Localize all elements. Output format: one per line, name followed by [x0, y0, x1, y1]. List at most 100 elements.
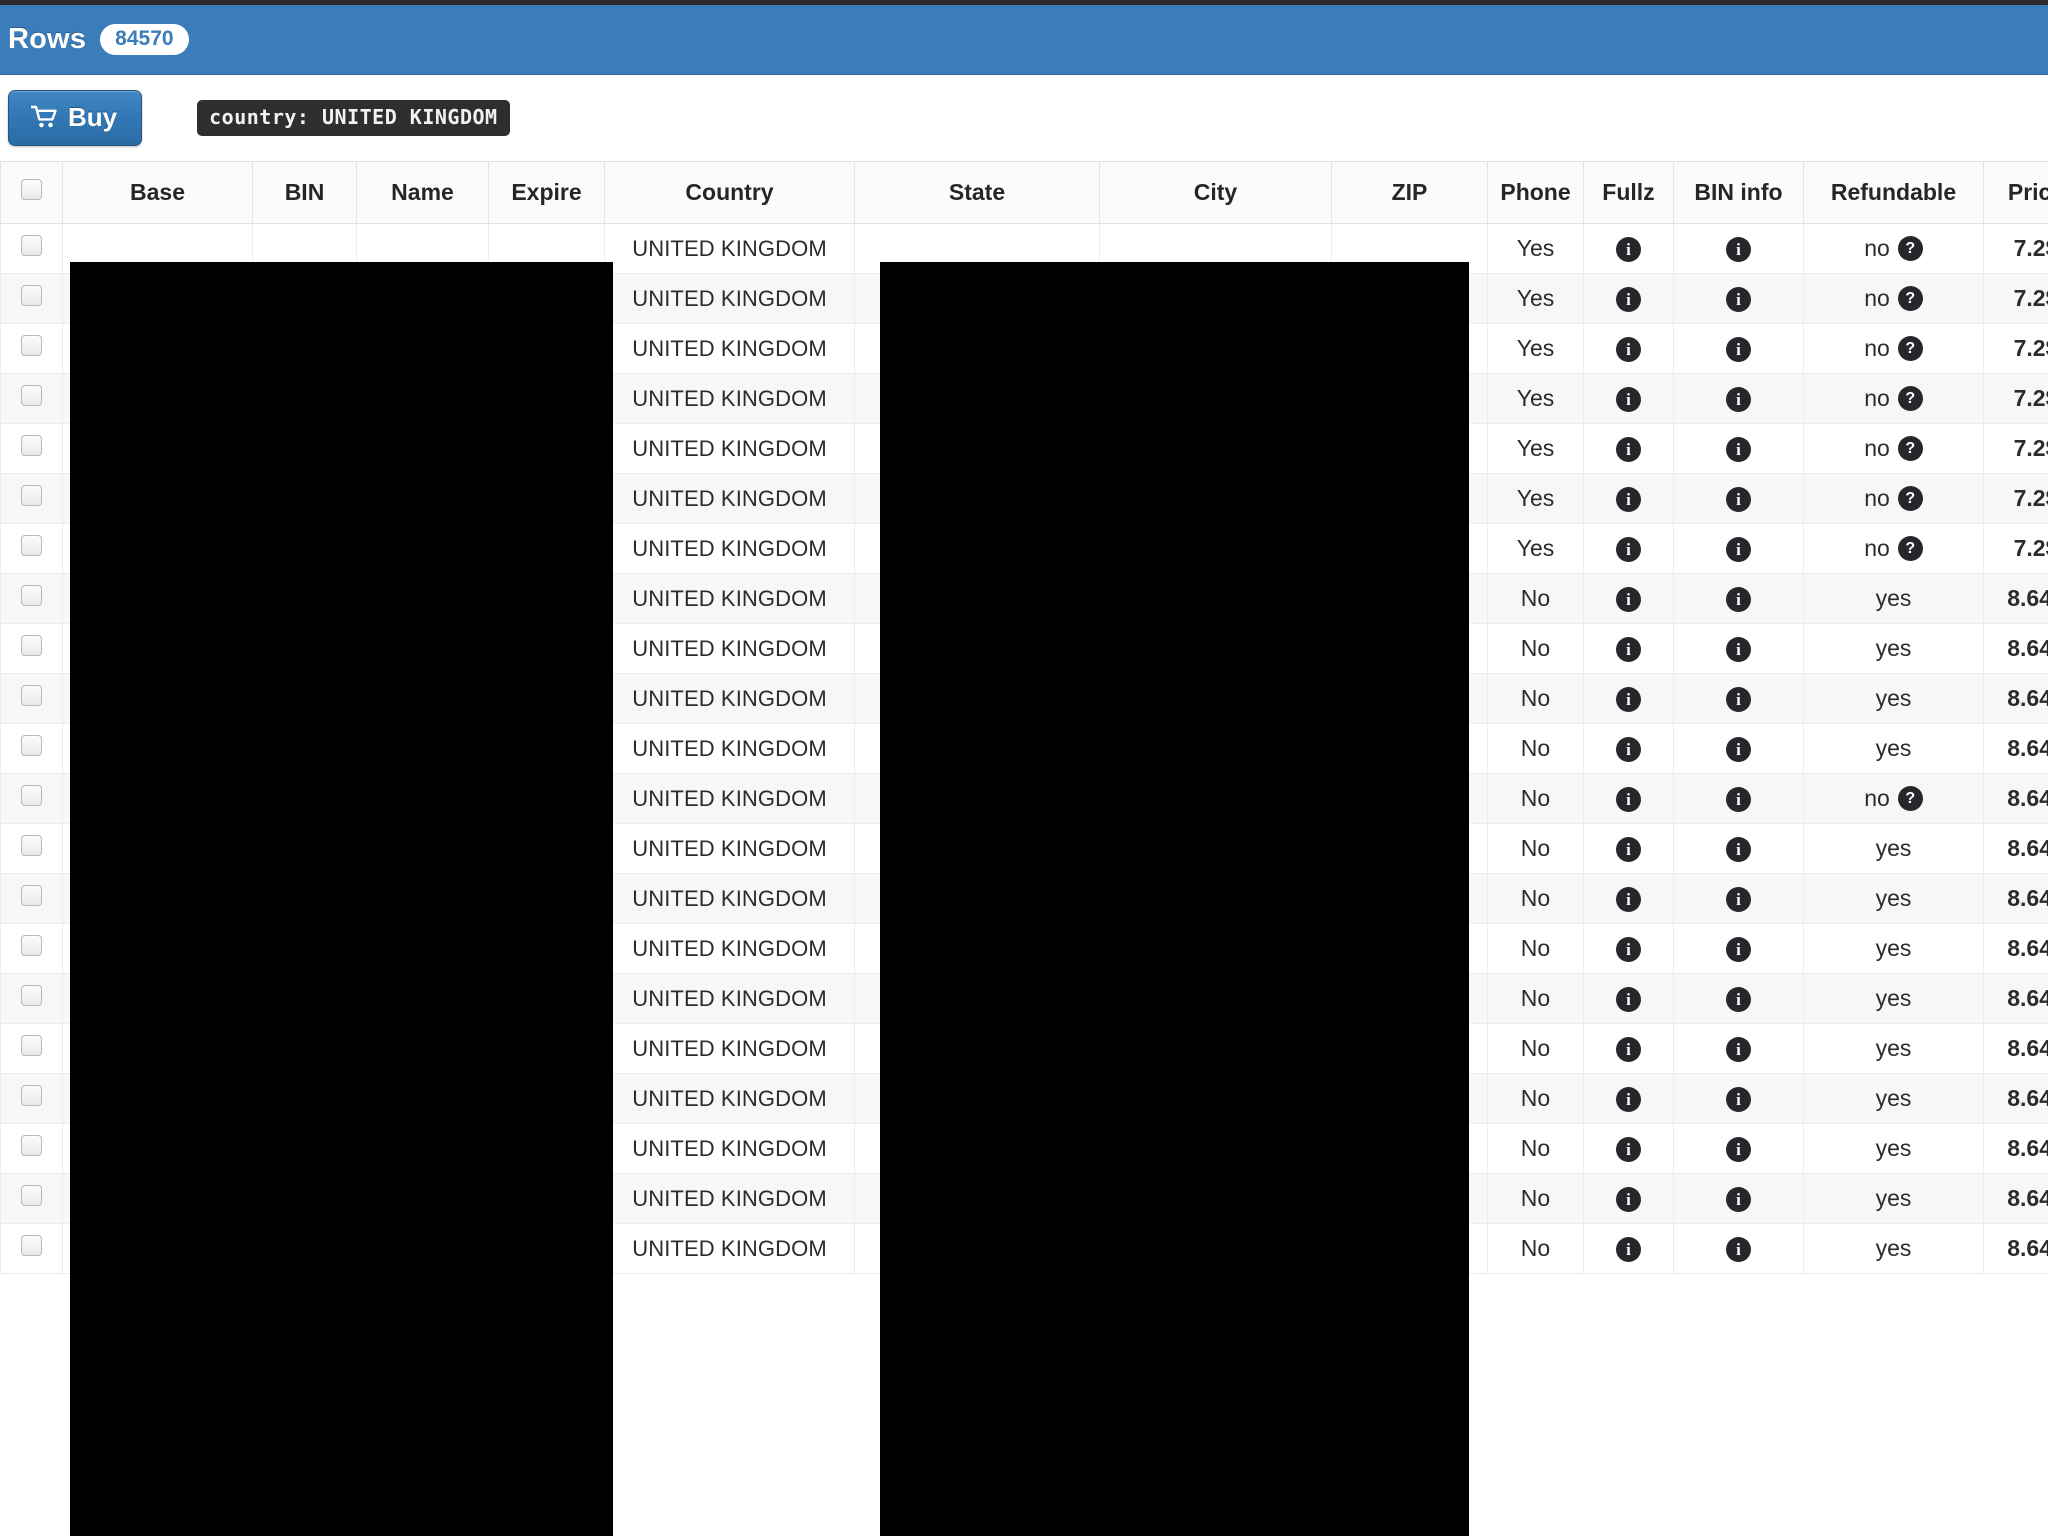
buy-button[interactable]: Buy — [8, 90, 143, 146]
row-checkbox[interactable] — [21, 435, 42, 456]
table-row[interactable]: UNITED KINGDOM No i i yes 8.64$ — [0, 1223, 2048, 1274]
info-circle-icon[interactable]: i — [1726, 436, 1751, 462]
row-checkbox[interactable] — [21, 385, 42, 406]
active-filter-tag[interactable]: country: UNITED KINGDOM — [197, 100, 510, 136]
info-circle-icon[interactable]: i — [1726, 736, 1751, 762]
info-circle-icon[interactable]: i — [1616, 636, 1641, 662]
info-circle-icon[interactable]: i — [1616, 736, 1641, 762]
info-circle-icon[interactable]: i — [1726, 536, 1751, 562]
question-circle-icon[interactable]: ? — [1897, 286, 1923, 311]
question-circle-icon[interactable]: ? — [1897, 536, 1923, 561]
question-circle-icon[interactable]: ? — [1897, 386, 1923, 411]
info-circle-icon[interactable]: i — [1616, 936, 1641, 962]
info-circle-icon[interactable]: i — [1726, 386, 1751, 412]
table-row[interactable]: UNITED KINGDOM Yes i i no? 7.2$ — [0, 373, 2048, 424]
info-circle-icon[interactable]: i — [1616, 386, 1641, 412]
row-checkbox[interactable] — [21, 1085, 42, 1106]
table-row[interactable]: UNITED KINGDOM Yes i i no? 7.2$ — [0, 423, 2048, 474]
info-circle-icon[interactable]: i — [1616, 1236, 1641, 1262]
info-circle-icon[interactable]: i — [1616, 436, 1641, 462]
column-header-name[interactable]: Name — [356, 161, 489, 224]
column-header-bin-info[interactable]: BIN info — [1673, 161, 1804, 224]
info-circle-icon[interactable]: i — [1616, 786, 1641, 812]
info-circle-icon[interactable]: i — [1726, 336, 1751, 362]
row-checkbox[interactable] — [21, 235, 42, 256]
column-header-zip[interactable]: ZIP — [1331, 161, 1488, 224]
row-checkbox[interactable] — [21, 685, 42, 706]
info-circle-icon[interactable]: i — [1726, 786, 1751, 812]
info-circle-icon[interactable]: i — [1616, 486, 1641, 512]
table-row[interactable]: UNITED KINGDOM No i i yes 8.64$ — [0, 623, 2048, 674]
info-circle-icon[interactable]: i — [1616, 1186, 1641, 1212]
question-circle-icon[interactable]: ? — [1897, 436, 1923, 461]
column-header-bin[interactable]: BIN — [252, 161, 357, 224]
column-header-refundable[interactable]: Refundable — [1803, 161, 1984, 224]
table-row[interactable]: UNITED KINGDOM Yes i i no? 7.2$ — [0, 523, 2048, 574]
info-circle-icon[interactable]: i — [1616, 586, 1641, 612]
table-row[interactable]: UNITED KINGDOM No i i yes 8.64$ — [0, 723, 2048, 774]
row-checkbox[interactable] — [21, 285, 42, 306]
info-circle-icon[interactable]: i — [1726, 1186, 1751, 1212]
info-circle-icon[interactable]: i — [1616, 686, 1641, 712]
column-header-city[interactable]: City — [1099, 161, 1332, 224]
info-circle-icon[interactable]: i — [1726, 1036, 1751, 1062]
question-circle-icon[interactable]: ? — [1897, 236, 1923, 261]
row-checkbox[interactable] — [21, 985, 42, 1006]
question-circle-icon[interactable]: ? — [1897, 336, 1923, 361]
info-circle-icon[interactable]: i — [1616, 886, 1641, 912]
row-checkbox[interactable] — [21, 585, 42, 606]
row-checkbox[interactable] — [21, 885, 42, 906]
table-row[interactable]: UNITED KINGDOM No i i yes 8.64$ — [0, 1023, 2048, 1074]
row-checkbox[interactable] — [21, 485, 42, 506]
table-row[interactable]: UNITED KINGDOM No i i yes 8.64$ — [0, 823, 2048, 874]
info-circle-icon[interactable]: i — [1616, 986, 1641, 1012]
table-row[interactable]: UNITED KINGDOM No i i no? 8.64$ — [0, 773, 2048, 824]
table-row[interactable]: UNITED KINGDOM No i i yes 8.64$ — [0, 573, 2048, 624]
column-header-base[interactable]: Base — [62, 161, 253, 224]
column-header-phone[interactable]: Phone — [1487, 161, 1584, 224]
table-row[interactable]: UNITED KINGDOM No i i yes 8.64$ — [0, 923, 2048, 974]
info-circle-icon[interactable]: i — [1726, 836, 1751, 862]
row-checkbox[interactable] — [21, 1185, 42, 1206]
row-checkbox[interactable] — [21, 785, 42, 806]
info-circle-icon[interactable]: i — [1616, 336, 1641, 362]
info-circle-icon[interactable]: i — [1726, 236, 1751, 262]
row-checkbox[interactable] — [21, 1035, 42, 1056]
row-checkbox[interactable] — [21, 635, 42, 656]
row-checkbox[interactable] — [21, 1235, 42, 1256]
info-circle-icon[interactable]: i — [1726, 1086, 1751, 1112]
row-checkbox[interactable] — [21, 335, 42, 356]
info-circle-icon[interactable]: i — [1726, 986, 1751, 1012]
row-checkbox[interactable] — [21, 735, 42, 756]
info-circle-icon[interactable]: i — [1616, 1036, 1641, 1062]
column-header-fullz[interactable]: Fullz — [1583, 161, 1674, 224]
row-checkbox[interactable] — [21, 535, 42, 556]
table-row[interactable]: UNITED KINGDOM No i i yes 8.64$ — [0, 1123, 2048, 1174]
info-circle-icon[interactable]: i — [1726, 486, 1751, 512]
info-circle-icon[interactable]: i — [1726, 286, 1751, 312]
column-header-state[interactable]: State — [854, 161, 1100, 224]
table-row[interactable]: UNITED KINGDOM Yes i i no? 7.2$ — [0, 323, 2048, 374]
column-header-expire[interactable]: Expire — [488, 161, 605, 224]
row-checkbox[interactable] — [21, 835, 42, 856]
table-row[interactable]: UNITED KINGDOM Yes i i no? 7.2$ — [0, 273, 2048, 324]
info-circle-icon[interactable]: i — [1616, 1136, 1641, 1162]
column-header-country[interactable]: Country — [604, 161, 855, 224]
info-circle-icon[interactable]: i — [1616, 836, 1641, 862]
column-header-price[interactable]: Price — [1983, 161, 2048, 224]
row-checkbox[interactable] — [21, 935, 42, 956]
table-row[interactable]: UNITED KINGDOM No i i yes 8.64$ — [0, 873, 2048, 924]
info-circle-icon[interactable]: i — [1726, 636, 1751, 662]
table-row[interactable]: UNITED KINGDOM No i i yes 8.64$ — [0, 1073, 2048, 1124]
info-circle-icon[interactable]: i — [1726, 1236, 1751, 1262]
row-checkbox[interactable] — [21, 1135, 42, 1156]
info-circle-icon[interactable]: i — [1616, 1086, 1641, 1112]
table-row[interactable]: UNITED KINGDOM No i i yes 8.64$ — [0, 1173, 2048, 1224]
question-circle-icon[interactable]: ? — [1897, 786, 1923, 811]
select-all-checkbox[interactable] — [21, 179, 42, 200]
info-circle-icon[interactable]: i — [1726, 886, 1751, 912]
info-circle-icon[interactable]: i — [1616, 236, 1641, 262]
info-circle-icon[interactable]: i — [1726, 936, 1751, 962]
info-circle-icon[interactable]: i — [1726, 1136, 1751, 1162]
table-row[interactable]: UNITED KINGDOM Yes i i no? 7.2$ — [0, 223, 2048, 274]
